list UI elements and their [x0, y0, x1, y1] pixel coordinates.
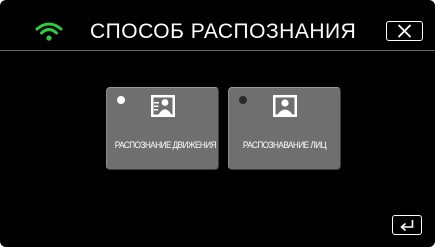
- option-label: РАСПОЗНАНИЕ ДВИЖЕНИЯ: [114, 140, 217, 151]
- camera-menu-screen: СПОСОБ РАСПОЗНАНИЯ РАСПОЗНАНИЕ ДВИЖЕНИЯ: [0, 0, 435, 247]
- face-detect-icon: [273, 95, 297, 117]
- header-divider: [0, 50, 435, 51]
- header-bar: СПОСОБ РАСПОЗНАНИЯ: [0, 0, 435, 50]
- option-face-detect[interactable]: РАСПОЗНАВАНИЕ ЛИЦ: [228, 87, 341, 170]
- radio-unselected-indicator: [239, 96, 247, 104]
- radio-selected-indicator: [117, 96, 125, 104]
- option-motion-detect[interactable]: РАСПОЗНАНИЕ ДВИЖЕНИЯ: [106, 87, 219, 170]
- option-label: РАСПОЗНАВАНИЕ ЛИЦ: [242, 140, 327, 151]
- wifi-icon: [35, 22, 63, 41]
- close-button[interactable]: [386, 21, 423, 41]
- page-title: СПОСОБ РАСПОЗНАНИЯ: [90, 20, 357, 43]
- close-icon: [397, 24, 412, 38]
- back-return-icon: [400, 220, 414, 232]
- motion-detect-icon: [151, 95, 175, 117]
- back-button[interactable]: [392, 215, 422, 235]
